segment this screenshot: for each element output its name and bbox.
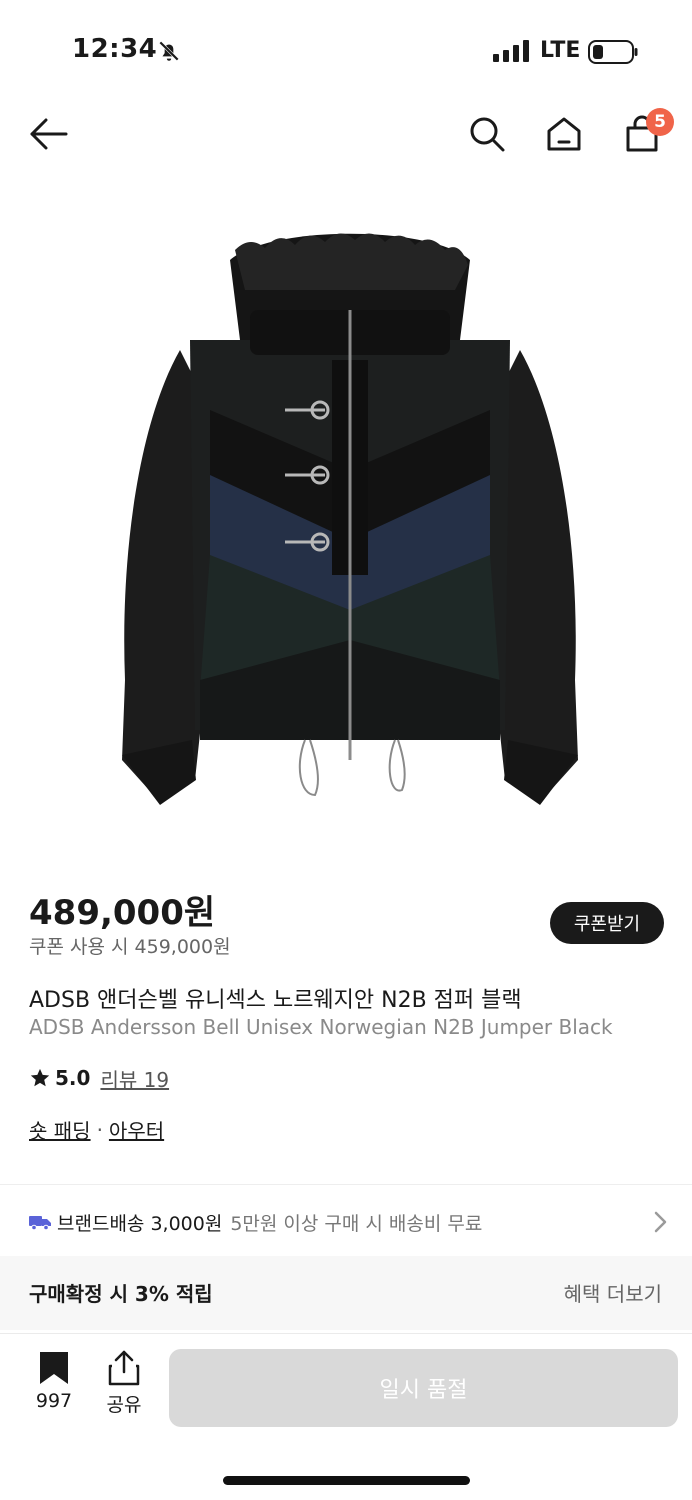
share-label: 공유 bbox=[106, 1394, 142, 1416]
benefit-more-link[interactable]: 혜택 더보기 bbox=[564, 1278, 662, 1307]
chevron-right-icon bbox=[654, 1211, 667, 1233]
star-icon bbox=[30, 1068, 50, 1087]
shipping-note: 5만원 이상 구매 시 배송비 무료 bbox=[230, 1212, 483, 1235]
category-separator: · bbox=[96, 1117, 103, 1142]
product-title-english: ADSB Andersson Bell Unisex Norwegian N2B… bbox=[29, 1015, 613, 1039]
shipping-label: 브랜드배송 3,000원 bbox=[57, 1212, 223, 1235]
bottom-action-bar: 997 공유 일시 품절 bbox=[0, 1333, 692, 1500]
top-nav bbox=[0, 100, 692, 170]
product-price: 489,000원 bbox=[29, 893, 216, 933]
cart-count-badge: 5 bbox=[646, 108, 674, 136]
sold-out-button[interactable]: 일시 품절 bbox=[169, 1349, 678, 1427]
share-icon bbox=[108, 1350, 140, 1386]
product-image[interactable] bbox=[100, 220, 600, 820]
divider bbox=[0, 1184, 692, 1185]
benefit-section: 구매확정 시 3% 적립 혜택 더보기 bbox=[0, 1256, 692, 1330]
category-breadcrumb: 숏 패딩 · 아우터 bbox=[29, 1115, 164, 1144]
search-icon bbox=[470, 117, 505, 152]
coupon-price: 쿠폰 사용 시 459,000원 bbox=[29, 936, 231, 958]
back-arrow-icon bbox=[30, 118, 68, 150]
home-button[interactable] bbox=[542, 112, 586, 156]
home-indicator bbox=[223, 1476, 470, 1485]
battery-icon bbox=[588, 40, 638, 64]
review-link[interactable]: 리뷰 19 bbox=[100, 1064, 169, 1093]
category-link-short-padding[interactable]: 숏 패딩 bbox=[29, 1115, 91, 1144]
shipping-info-row[interactable]: 브랜드배송 3,000원 5만원 이상 구매 시 배송비 무료 bbox=[29, 1205, 669, 1239]
category-link-outer[interactable]: 아우터 bbox=[109, 1115, 164, 1144]
share-button[interactable]: 공유 bbox=[98, 1350, 150, 1422]
bookmark-button[interactable]: 997 bbox=[28, 1350, 80, 1422]
bell-off-icon bbox=[158, 40, 180, 62]
rating-row: 5.0 리뷰 19 bbox=[29, 1063, 169, 1093]
search-button[interactable] bbox=[465, 112, 509, 156]
get-coupon-button[interactable]: 쿠폰받기 bbox=[550, 902, 664, 944]
benefit-title: 구매확정 시 3% 적립 bbox=[29, 1282, 213, 1306]
status-bar: 12:34 LTE bbox=[0, 0, 692, 100]
product-title-korean: ADSB 앤더슨벨 유니섹스 노르웨지안 N2B 점퍼 블랙 bbox=[29, 988, 522, 1013]
home-icon bbox=[547, 117, 581, 151]
status-time: 12:34 bbox=[72, 34, 158, 64]
truck-icon bbox=[29, 1216, 51, 1230]
bookmark-icon bbox=[40, 1352, 68, 1384]
back-button[interactable] bbox=[26, 112, 70, 156]
network-type: LTE bbox=[540, 38, 581, 63]
bookmark-count: 997 bbox=[35, 1390, 73, 1412]
signal-icon bbox=[493, 40, 529, 62]
rating-value: 5.0 bbox=[55, 1066, 91, 1090]
